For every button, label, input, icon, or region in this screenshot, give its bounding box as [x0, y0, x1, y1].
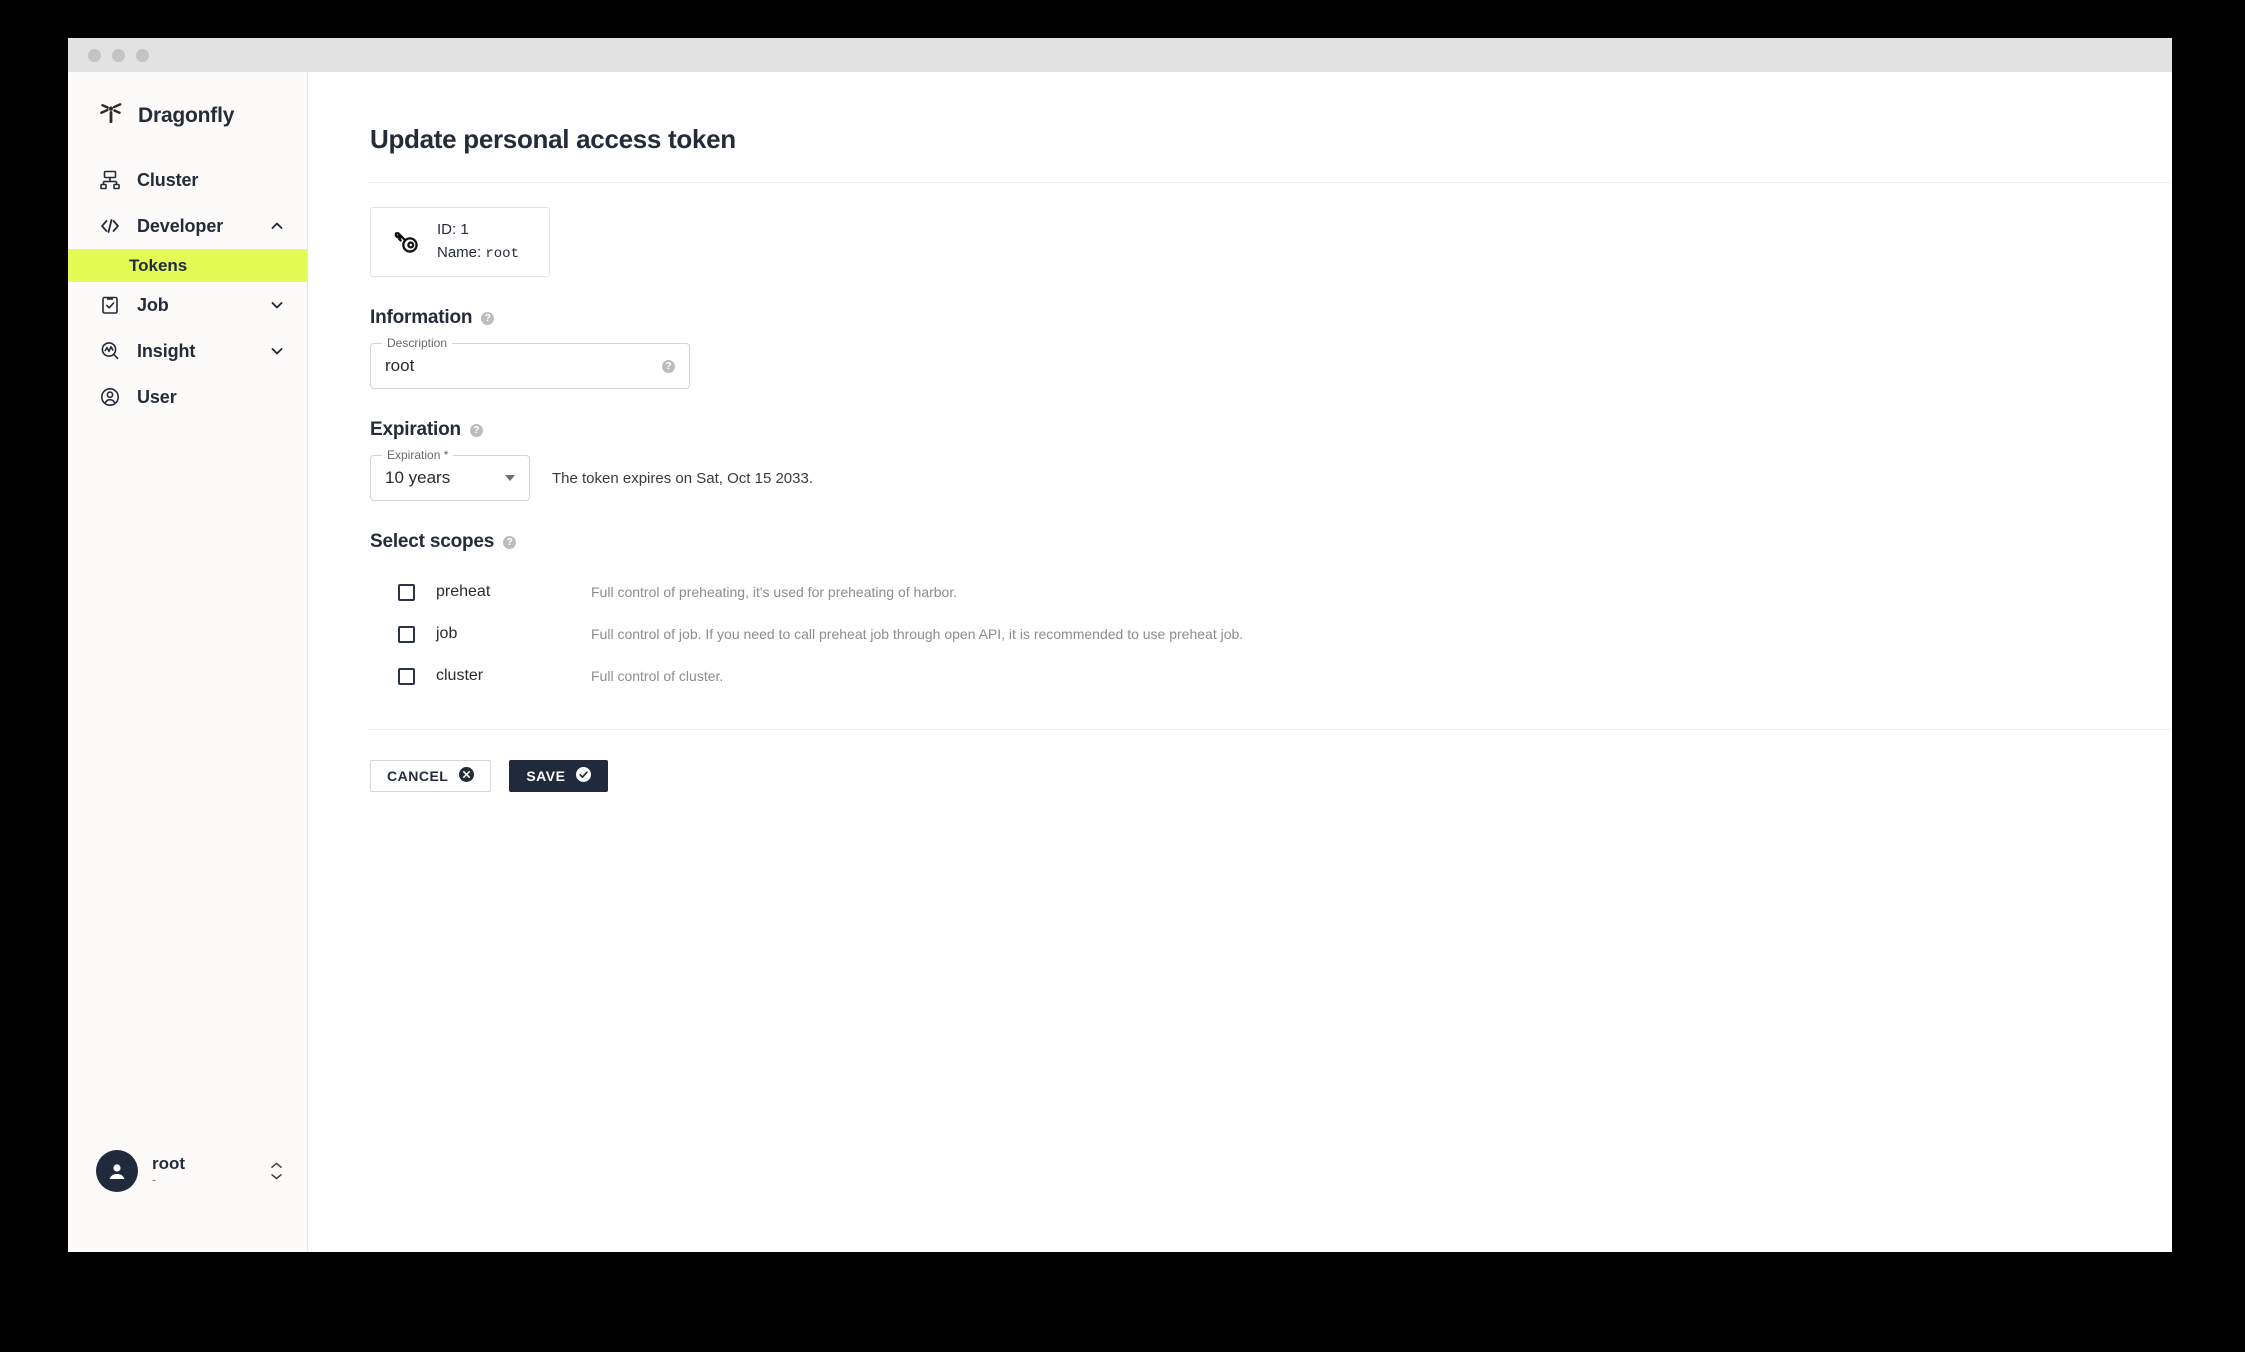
expiration-label: Expiration *	[382, 448, 454, 462]
sidebar-subitem-label: Tokens	[129, 255, 188, 275]
cluster-icon	[98, 168, 122, 192]
sidebar-item-job[interactable]: Job	[68, 282, 307, 328]
token-summary-card: ID: 1 Name: root	[370, 207, 550, 277]
user-name: root	[152, 1154, 186, 1174]
token-name-label: Name:	[437, 244, 482, 262]
cancel-label: CANCEL	[387, 768, 449, 784]
page-title: Update personal access token	[370, 124, 736, 154]
scope-checkbox-job[interactable]	[398, 625, 415, 643]
maximize-window-button[interactable]	[136, 48, 149, 62]
sidebar-item-tokens[interactable]: Tokens	[68, 249, 307, 282]
information-heading: Information ?	[370, 307, 2110, 329]
description-label: Description	[382, 336, 453, 350]
key-icon	[385, 220, 425, 265]
token-name-value: root	[485, 246, 519, 263]
scope-description: Full control of cluster.	[591, 668, 724, 684]
brand-name: Dragonfly	[138, 103, 235, 127]
circle-x-icon	[459, 767, 475, 785]
sidebar-nav: Cluster Developer Tokens Job Insight Use…	[68, 157, 307, 420]
help-circle-icon[interactable]: ?	[469, 423, 483, 437]
sidebar-item-insight[interactable]: Insight	[68, 328, 307, 374]
minimize-window-button[interactable]	[112, 48, 125, 62]
sidebar: Dragonfly Cluster Developer Tokens Job I…	[68, 72, 308, 1252]
dragonfly-logo-icon	[98, 100, 124, 131]
chevron-down-icon[interactable]	[505, 475, 515, 481]
scope-checkbox-preheat[interactable]	[398, 583, 415, 601]
save-button[interactable]: SAVE	[509, 760, 609, 792]
scope-description: Full control of preheating, it's used fo…	[591, 584, 958, 600]
scope-description: Full control of job. If you need to call…	[591, 626, 1244, 642]
scope-list: preheat Full control of preheating, it's…	[370, 571, 2110, 697]
user-subtitle: -	[152, 1172, 157, 1188]
app-window: Dragonfly Cluster Developer Tokens Job I…	[68, 38, 2172, 1252]
circle-check-icon	[576, 767, 592, 785]
brand[interactable]: Dragonfly	[68, 72, 307, 131]
sidebar-item-label: User	[137, 386, 177, 407]
close-window-button[interactable]	[88, 48, 101, 62]
scope-name: preheat	[436, 583, 491, 600]
user-switcher[interactable]: root -	[68, 1150, 307, 1192]
scope-name: cluster	[436, 667, 484, 684]
scopes-heading: Select scopes ?	[370, 531, 2110, 553]
sidebar-item-label: Cluster	[137, 169, 199, 190]
sidebar-item-user[interactable]: User	[68, 374, 307, 420]
chevron-up-icon[interactable]	[269, 218, 285, 234]
section-title: Information	[370, 307, 473, 328]
token-name-row: Name: root	[437, 241, 519, 266]
user-circle-icon	[98, 385, 122, 409]
up-down-chevron-icon[interactable]	[270, 1162, 283, 1180]
clipboard-check-icon	[98, 293, 122, 317]
sidebar-item-label: Developer	[137, 215, 224, 236]
chevron-down-icon[interactable]	[269, 297, 285, 313]
token-id: ID: 1	[437, 221, 469, 239]
actions-divider	[370, 729, 2170, 730]
save-label: SAVE	[526, 768, 566, 784]
section-title: Expiration	[370, 419, 461, 440]
expiration-note: The token expires on Sat, Oct 15 2033.	[552, 469, 813, 487]
form-actions: CANCEL SAVE	[370, 760, 2110, 792]
title-divider	[370, 182, 2170, 183]
scope-row: cluster Full control of cluster.	[370, 655, 2110, 697]
section-title: Select scopes	[370, 531, 495, 552]
expiration-select[interactable]: Expiration * 10 years	[370, 448, 530, 501]
scope-row: job Full control of job. If you need to …	[370, 613, 2110, 655]
help-circle-icon[interactable]: ?	[662, 359, 675, 373]
help-circle-icon[interactable]: ?	[503, 535, 517, 549]
avatar	[96, 1150, 138, 1192]
insight-icon	[98, 339, 122, 363]
scope-checkbox-cluster[interactable]	[398, 667, 415, 685]
help-circle-icon[interactable]: ?	[481, 311, 495, 325]
main-content: Update personal access token ID: 1 Name:…	[308, 72, 2172, 1252]
sidebar-item-label: Job	[137, 294, 169, 315]
cancel-button[interactable]: CANCEL	[370, 760, 492, 792]
description-value[interactable]: root	[385, 356, 662, 376]
scope-row: preheat Full control of preheating, it's…	[370, 571, 2110, 613]
window-titlebar	[68, 38, 2172, 72]
sidebar-item-developer[interactable]: Developer	[68, 203, 307, 249]
code-icon	[98, 214, 122, 238]
expiration-heading: Expiration ?	[370, 419, 2110, 441]
sidebar-item-cluster[interactable]: Cluster	[68, 157, 307, 203]
scope-name: job	[436, 625, 458, 642]
description-input[interactable]: Description root ?	[370, 336, 690, 389]
chevron-down-icon[interactable]	[269, 343, 285, 359]
expiration-value: 10 years	[385, 468, 451, 487]
sidebar-item-label: Insight	[137, 340, 196, 361]
